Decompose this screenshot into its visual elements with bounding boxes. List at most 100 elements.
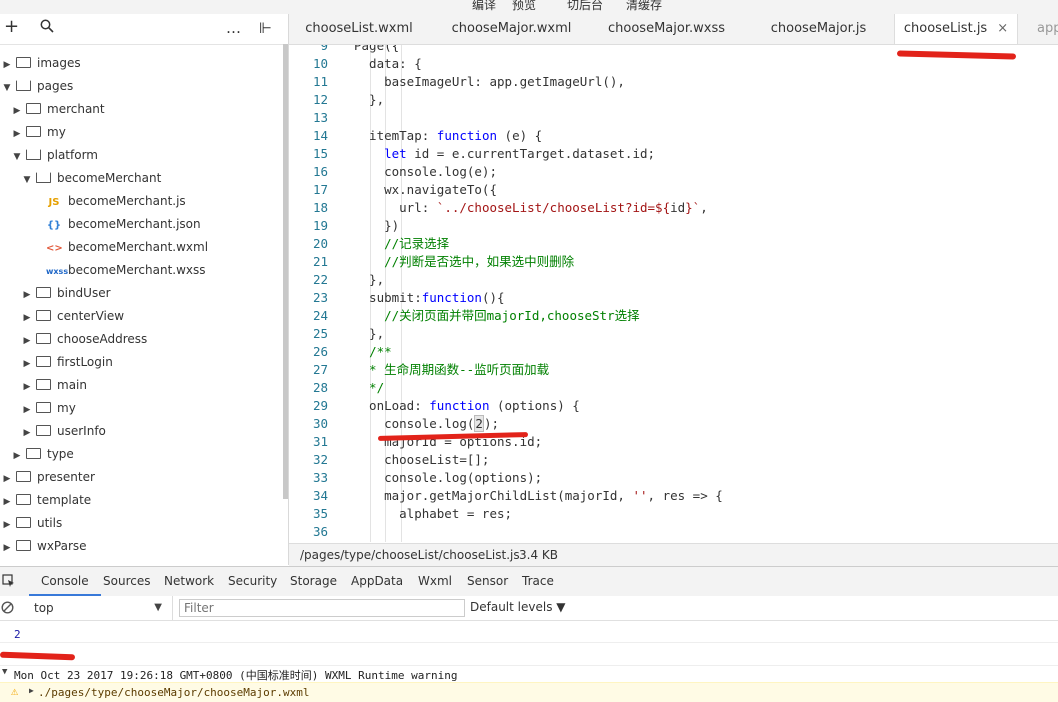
code-line[interactable]: 35 alphabet = res; [289, 505, 512, 523]
tree-item[interactable]: ▶ centerView [0, 305, 125, 330]
tab-choosemajor-wxss[interactable]: chooseMajor.wxss [594, 14, 739, 44]
chevron-right-icon[interactable]: ▶ [22, 307, 32, 330]
tree-item[interactable]: ▼ platform [0, 144, 98, 167]
code-line[interactable]: 10 data: { [289, 55, 422, 73]
clear-console-icon[interactable] [1, 601, 14, 617]
code-line[interactable]: 23 submit:function(){ [289, 289, 505, 307]
tab-wxml[interactable]: Wxml [418, 567, 452, 596]
chevron-right-icon[interactable]: ▶ [22, 330, 32, 353]
code-line[interactable]: 32 chooseList=[]; [289, 451, 490, 469]
console-filter-input[interactable] [179, 599, 465, 617]
tree-item[interactable]: ▶ presenter [0, 466, 95, 489]
tab-choosemajor-js[interactable]: chooseMajor.js [751, 14, 886, 44]
context-select[interactable]: top ▼ [27, 597, 164, 619]
tree-item[interactable]: ▼ becomeMerchant [0, 167, 162, 192]
tab-storage[interactable]: Storage [290, 567, 337, 596]
chevron-right-icon[interactable]: ▶ [22, 399, 32, 422]
close-icon[interactable]: × [997, 21, 1008, 36]
chevron-right-icon[interactable]: ▶ [12, 123, 22, 146]
tab-sensor[interactable]: Sensor [467, 567, 508, 596]
console-warning-row[interactable]: ⚠ ▶ ./pages/type/chooseMajor/chooseMajor… [0, 682, 1058, 702]
expand-arrow-icon[interactable]: ▼ [2, 667, 7, 677]
tree-item[interactable]: ▶ template [0, 489, 92, 514]
tree-item[interactable]: ▶ firstLogin [0, 351, 113, 374]
code-line[interactable]: 15 let id = e.currentTarget.dataset.id; [289, 145, 655, 163]
tree-item[interactable]: ▶ my [0, 397, 76, 420]
code-editor[interactable]: 9 Page({10 data: {11 baseImageUrl: app.ge… [289, 45, 1058, 542]
tab-app[interactable]: app [1037, 14, 1058, 44]
chevron-down-icon[interactable]: ▼ [12, 146, 22, 169]
chevron-right-icon[interactable]: ▶ [12, 100, 22, 123]
menu-compile[interactable]: 编译 [472, 0, 496, 13]
chevron-down-icon[interactable]: ▼ [2, 77, 12, 100]
code-line[interactable]: 34 major.getMajorChildList(majorId, '', … [289, 487, 723, 505]
warning-source-path[interactable]: ./pages/type/chooseMajor/chooseMajor.wxm… [38, 686, 310, 699]
chevron-right-icon[interactable]: ▶ [22, 284, 32, 307]
code-line[interactable]: 25 }, [289, 325, 384, 343]
code-line[interactable]: 13 [289, 109, 354, 127]
code-line[interactable]: 26 /** [289, 343, 392, 361]
code-line[interactable]: 21 //判断是否选中，如果选中则删除 [289, 253, 574, 271]
code-line[interactable]: 22 }, [289, 271, 384, 289]
collapse-icon[interactable]: ⊩ [259, 19, 272, 37]
code-line[interactable]: 19 }) [289, 217, 399, 235]
code-line[interactable]: 18 url: `../chooseList/chooseList?id=${i… [289, 199, 708, 217]
code-line[interactable]: 29 onLoad: function (options) { [289, 397, 580, 415]
tab-sources[interactable]: Sources [103, 567, 150, 596]
code-line[interactable]: 12 }, [289, 91, 384, 109]
tab-chooselist-wxml[interactable]: chooseList.wxml [289, 14, 429, 44]
tree-item[interactable]: ▶ utils [0, 512, 63, 537]
code-line[interactable]: 27 * 生命周期函数--监听页面加载 [289, 361, 549, 379]
explorer-scrollbar[interactable] [283, 44, 288, 499]
code-line[interactable]: 9 Page({ [289, 45, 399, 55]
tree-item[interactable]: {} becomeMerchant.json [0, 213, 201, 236]
code-line[interactable]: 33 console.log(options); [289, 469, 542, 487]
tab-appdata[interactable]: AppData [351, 567, 403, 596]
chevron-right-icon[interactable]: ▶ [2, 54, 12, 77]
tree-item[interactable]: <> becomeMerchant.wxml [0, 236, 208, 259]
chevron-right-icon[interactable]: ▶ [2, 491, 12, 514]
tree-item[interactable]: JS becomeMerchant.js [0, 190, 186, 213]
tree-item[interactable]: ▶ merchant [0, 98, 105, 121]
chevron-right-icon[interactable]: ▶ [22, 376, 32, 399]
search-icon[interactable] [40, 19, 54, 37]
code-line[interactable]: 17 wx.navigateTo({ [289, 181, 497, 199]
more-icon[interactable]: … [226, 19, 241, 37]
tab-choosemajor-wxml[interactable]: chooseMajor.wxml [439, 14, 584, 44]
menu-clear-cache[interactable]: 清缓存 [626, 0, 662, 13]
log-levels-dropdown[interactable]: Default levels ▼ [470, 600, 566, 614]
chevron-right-icon[interactable]: ▶ [2, 468, 12, 491]
chevron-down-icon[interactable]: ▼ [22, 169, 32, 192]
tree-item[interactable]: ▶ main [0, 374, 87, 397]
code-line[interactable]: 24 //关闭页面并带回majorId,chooseStr选择 [289, 307, 640, 325]
tree-item[interactable]: wxssbecomeMerchant.wxss [0, 259, 206, 282]
chevron-right-icon[interactable]: ▶ [2, 514, 12, 537]
chevron-right-icon[interactable]: ▶ [22, 422, 32, 445]
tab-console[interactable]: Console [29, 567, 101, 596]
chevron-right-icon[interactable]: ▶ [12, 445, 22, 468]
code-line[interactable]: 20 //记录选择 [289, 235, 449, 253]
tab-network[interactable]: Network [164, 567, 214, 596]
menu-preview[interactable]: 预览 [512, 0, 536, 13]
tree-item[interactable]: ▼ pages [0, 75, 74, 100]
code-line[interactable]: 30 console.log(2); [289, 415, 499, 433]
tree-item[interactable]: ▶ userInfo [0, 420, 106, 443]
code-line[interactable]: 28 */ [289, 379, 384, 397]
tree-item[interactable]: ▶ my [0, 121, 66, 144]
add-icon[interactable]: + [4, 16, 19, 37]
code-line[interactable]: 14 itemTap: function (e) { [289, 127, 542, 145]
tree-item[interactable]: ▶ chooseAddress [0, 328, 148, 353]
code-line[interactable]: 11 baseImageUrl: app.getImageUrl(), [289, 73, 625, 91]
code-line[interactable]: 16 console.log(e); [289, 163, 497, 181]
menu-background[interactable]: 切后台 [567, 0, 603, 13]
tree-item[interactable]: ▶ wxParse [0, 535, 87, 558]
inspect-icon[interactable] [2, 574, 15, 590]
tab-chooselist-js[interactable]: chooseList.js × [894, 14, 1018, 44]
tree-item[interactable]: ▶ type [0, 443, 74, 466]
tree-item[interactable]: ▶ images [0, 52, 81, 75]
tab-trace[interactable]: Trace [522, 567, 554, 596]
expand-arrow-icon[interactable]: ▶ [29, 686, 34, 695]
tree-item[interactable]: ▶ bindUser [0, 282, 111, 305]
chevron-right-icon[interactable]: ▶ [22, 353, 32, 376]
chevron-right-icon[interactable]: ▶ [2, 537, 12, 560]
